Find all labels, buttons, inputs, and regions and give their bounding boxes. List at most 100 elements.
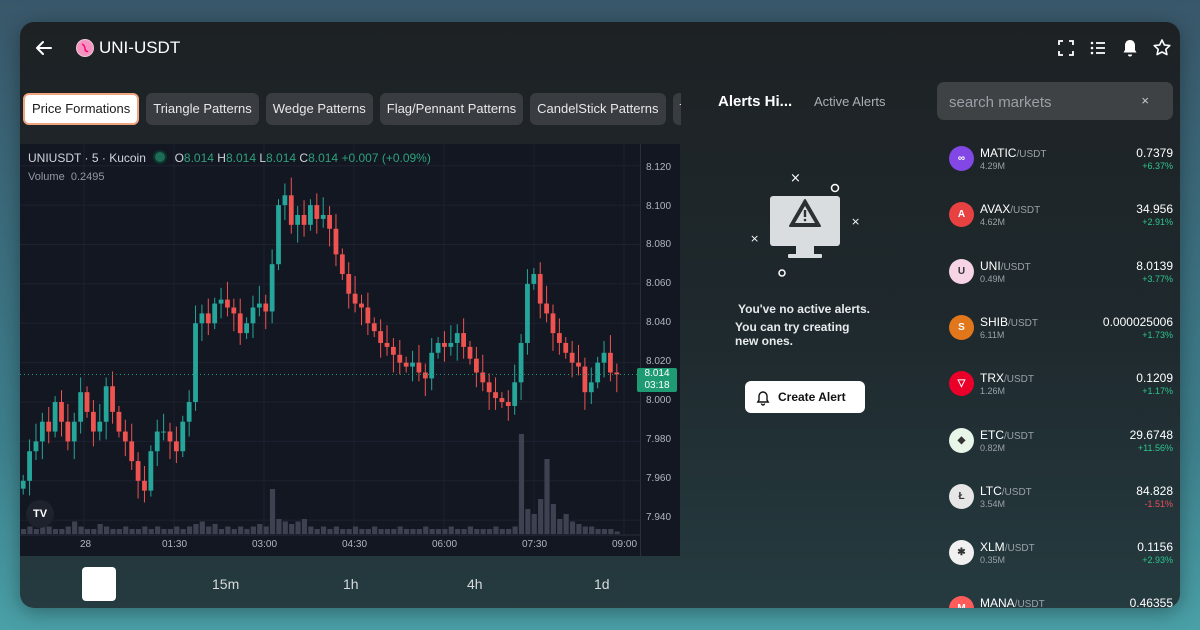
candle-body	[308, 205, 313, 225]
candle-body	[467, 346, 473, 359]
candle-body	[416, 362, 422, 373]
tab-candlestick-patterns[interactable]: CandelStick Patterns	[530, 93, 666, 125]
market-row-etc[interactable]: ◆ ETC/USDT 0.82M 29.6748 +11.56%	[945, 422, 1175, 472]
market-row-xlm[interactable]: ✱ XLM/USDT 0.35M 0.1156 +2.93%	[945, 534, 1175, 584]
market-row-matic[interactable]: ∞ MATIC/USDT 4.29M 0.7379 +6.37%	[945, 140, 1175, 190]
fullscreen-icon[interactable]	[1056, 38, 1076, 58]
uni-coin-icon: U	[949, 258, 974, 284]
market-price: 0.7379	[1136, 146, 1173, 160]
ohlc-close: 8.014	[308, 151, 339, 165]
interval-bar: 15m 1h 4h 1d	[20, 556, 680, 608]
volume-bar	[333, 526, 339, 534]
tab-active-alerts[interactable]: Active Alerts	[814, 94, 886, 109]
volume-bar	[282, 521, 288, 534]
bell-icon[interactable]	[1120, 38, 1140, 58]
interval-4h[interactable]: 4h	[467, 576, 483, 592]
market-row-shib[interactable]: S SHIB/USDT 6.11M 0.000025006 +1.73%	[945, 309, 1175, 359]
volume-bar	[129, 529, 135, 534]
tradingview-logo-icon[interactable]: TV	[26, 500, 54, 528]
volume-bar	[212, 524, 218, 534]
candle-body	[429, 352, 435, 379]
volume-bar	[91, 529, 97, 534]
top-bar: UNI-USDT	[20, 22, 1180, 74]
candle-body	[27, 451, 32, 481]
candle-body	[537, 274, 543, 304]
market-row-uni[interactable]: U UNI/USDT 0.49M 8.0139 +3.77%	[945, 253, 1175, 303]
volume-bar	[435, 529, 442, 534]
search-input[interactable]	[947, 91, 1131, 113]
candle-body	[320, 214, 326, 219]
tab-price-formations[interactable]: Price Formations	[23, 93, 140, 125]
candle-body	[116, 411, 122, 432]
market-volume: 4.62M	[980, 217, 1006, 228]
avax-coin-icon: A	[949, 202, 974, 228]
pair-title: UNI-USDT	[99, 38, 181, 57]
price-tick: 8.040	[646, 317, 672, 328]
candle-body	[352, 293, 358, 304]
volume-bar	[601, 529, 608, 534]
price-tick: 7.980	[646, 434, 672, 445]
candle-body	[365, 307, 371, 324]
candle-body	[288, 195, 294, 225]
market-row-avax[interactable]: A AVAX/USDT 4.62M 34.956 +2.91%	[945, 196, 1175, 246]
time-tick: 09:00	[612, 539, 638, 550]
candle-body	[180, 421, 186, 452]
candle-body	[59, 402, 64, 422]
back-arrow-icon[interactable]	[32, 36, 56, 60]
candle-body	[218, 299, 224, 304]
price-chart[interactable]: UNIUSDT · 5 · Kucoin O8.014 H8.014 L8.01…	[20, 144, 680, 556]
interval-15m[interactable]: 15m	[212, 576, 239, 592]
tab-flag-pennant-patterns[interactable]: Flag/Pennant Patterns	[379, 93, 524, 125]
candle-body	[454, 333, 460, 343]
candle-body	[46, 421, 52, 432]
volume-bar	[263, 526, 269, 534]
volume-bar	[461, 529, 467, 534]
chart-canvas[interactable]	[20, 144, 640, 536]
volume-legend: Volume 0.2495	[28, 171, 105, 183]
chart-exchange: Kucoin	[109, 151, 146, 165]
tab-alerts-history[interactable]: Alerts Hi...	[718, 93, 792, 110]
market-price: 8.0139	[1136, 258, 1173, 273]
volume-bar	[116, 529, 122, 534]
monitor-warning-icon: × × ×	[748, 170, 860, 280]
volume-bar	[608, 529, 614, 534]
interval-1d[interactable]: 1d	[594, 576, 610, 592]
volume-bar	[384, 529, 391, 534]
time-tick: 28	[80, 539, 92, 550]
candle-body	[359, 303, 364, 308]
candle-body	[295, 214, 301, 225]
candle-body	[499, 398, 505, 403]
volume-bar	[289, 524, 295, 534]
candle-body	[231, 307, 237, 314]
star-icon[interactable]	[1152, 38, 1172, 58]
market-volume: 0.35M	[980, 555, 1006, 566]
market-row-ltc[interactable]: Ł LTC/USDT 3.54M 84.828 -1.51%	[945, 478, 1175, 528]
volume-bar	[582, 526, 588, 534]
interval-1h[interactable]: 1h	[343, 576, 359, 592]
market-change: +6.37%	[1142, 161, 1173, 171]
volume-bar	[486, 529, 493, 534]
tab-triangle-patterns[interactable]: Triangle Patterns	[146, 93, 259, 125]
price-tick: 7.960	[646, 473, 672, 484]
tab-trendlines[interactable]: Trendl	[672, 93, 681, 125]
market-symbol: TRX/USDT	[980, 371, 1034, 386]
candle-body	[173, 441, 179, 452]
volume-bar	[442, 529, 448, 534]
candle-body	[122, 431, 128, 442]
interval-selected-indicator[interactable]	[82, 567, 116, 601]
candle-body	[608, 352, 613, 373]
tab-wedge-patterns[interactable]: Wedge Patterns	[265, 93, 373, 125]
candle-body	[33, 441, 39, 452]
candle-body	[346, 274, 352, 294]
market-row-trx[interactable]: ▽ TRX/USDT 1.26M 0.1209 +1.17%	[945, 365, 1175, 415]
candle-body	[205, 313, 211, 324]
candle-body	[601, 352, 607, 363]
list-icon[interactable]	[1088, 38, 1108, 58]
volume-bar	[416, 529, 422, 534]
clear-search-icon[interactable]: ×	[1141, 93, 1149, 108]
create-alert-button[interactable]: Create Alert	[745, 381, 865, 413]
market-row-mana[interactable]: M MANA/USDT 0.46355	[945, 590, 1175, 608]
market-change: +3.77%	[1142, 273, 1173, 284]
candle-body	[52, 402, 58, 432]
candle-body	[167, 431, 173, 442]
